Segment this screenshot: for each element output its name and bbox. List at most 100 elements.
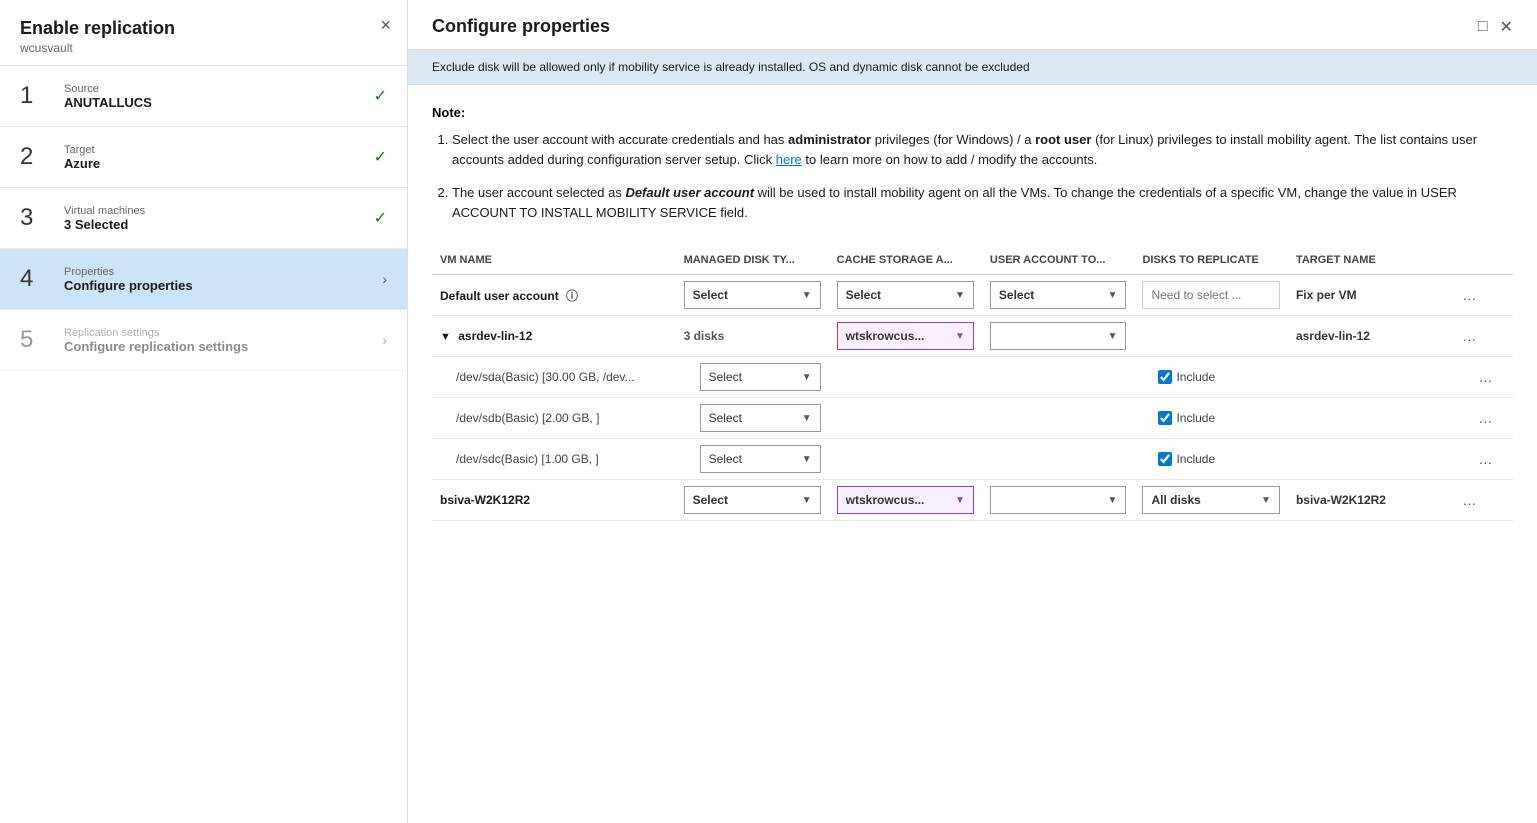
- asrdev-cache-storage-cell[interactable]: wtskrowcus... ▼: [829, 316, 982, 357]
- default-more-cell[interactable]: …: [1450, 275, 1513, 316]
- note-title: Note:: [432, 105, 1513, 120]
- asrdev-more-button[interactable]: …: [1458, 326, 1480, 346]
- disk-sdb-user-cell: [982, 398, 1135, 439]
- default-managed-disk-value: Select: [693, 288, 728, 302]
- step-5-number: 5: [20, 326, 56, 354]
- asrdev-cache-dropdown[interactable]: wtskrowcus... ▼: [837, 322, 974, 350]
- step-3-value: 3 Selected: [64, 217, 374, 232]
- asrdev-target-name: asrdev-lin-12: [1296, 329, 1370, 343]
- step-3-number: 3: [20, 204, 56, 232]
- asrdev-user-dropdown[interactable]: ▼: [990, 322, 1127, 350]
- disk-sdc-cache-cell: [829, 439, 982, 480]
- step-5-label: Replication settings: [64, 327, 374, 339]
- asrdev-disks-count: 3 disks: [684, 329, 725, 343]
- default-cache-storage-dropdown[interactable]: Select ▼: [837, 281, 974, 309]
- note-1-bold1: administrator: [788, 132, 871, 147]
- asrdev-user-arrow: ▼: [1108, 331, 1118, 342]
- disk-sda-more-button[interactable]: …: [1474, 367, 1496, 387]
- disk-sda-include-cell[interactable]: Include: [1134, 357, 1287, 398]
- note-section: Note: Select the user account with accur…: [432, 105, 1513, 222]
- asrdev-disks-replicate-cell: [1134, 316, 1287, 357]
- asrdev-user-account-cell[interactable]: ▼: [982, 316, 1135, 357]
- default-more-button[interactable]: …: [1458, 285, 1480, 305]
- right-header: Configure properties □ ✕: [408, 0, 1537, 50]
- disk-sda-row: /dev/sda(Basic) [30.00 GB, /dev... Selec…: [432, 357, 1513, 398]
- step-4[interactable]: 4 Properties Configure properties ›: [0, 249, 407, 310]
- disk-sdc-include-cell[interactable]: Include: [1134, 439, 1287, 480]
- disk-sdc-more-cell[interactable]: …: [1450, 439, 1513, 480]
- asrdev-vm-name[interactable]: ▼ asrdev-lin-12: [432, 316, 676, 357]
- default-managed-disk-dropdown[interactable]: Select ▼: [684, 281, 821, 309]
- disk-sdb-managed-dropdown[interactable]: Select ▼: [700, 404, 821, 432]
- disk-sda-managed-cell[interactable]: Select ▼: [676, 357, 829, 398]
- disk-sda-user-cell: [982, 357, 1135, 398]
- bsiva-more-cell[interactable]: …: [1450, 480, 1513, 521]
- bsiva-cache-storage-cell[interactable]: wtskrowcus... ▼: [829, 480, 982, 521]
- steps-list: 1 Source ANUTALLUCS ✓ 2 Target Azure ✓ 3…: [0, 66, 407, 823]
- step-4-info: Properties Configure properties: [64, 266, 374, 293]
- default-cache-storage-value: Select: [846, 288, 881, 302]
- default-managed-disk-cell[interactable]: Select ▼: [676, 275, 829, 316]
- left-close-button[interactable]: ×: [380, 16, 391, 34]
- step-2[interactable]: 2 Target Azure ✓: [0, 127, 407, 188]
- disk-sda-managed-dropdown[interactable]: Select ▼: [700, 363, 821, 391]
- bsiva-more-button[interactable]: …: [1458, 490, 1480, 510]
- bsiva-cache-dropdown[interactable]: wtskrowcus... ▼: [837, 486, 974, 514]
- right-close-button[interactable]: ✕: [1500, 17, 1513, 37]
- asrdev-cache-value: wtskrowcus...: [846, 329, 925, 343]
- disk-sdb-managed-cell[interactable]: Select ▼: [676, 398, 829, 439]
- disk-sda-include[interactable]: Include: [1158, 370, 1279, 384]
- default-cache-storage-cell[interactable]: Select ▼: [829, 275, 982, 316]
- info-icon: ⓘ: [566, 289, 578, 303]
- asrdev-more-cell[interactable]: …: [1450, 316, 1513, 357]
- disk-sdb-more-cell[interactable]: …: [1450, 398, 1513, 439]
- bsiva-user-dropdown[interactable]: ▼: [990, 486, 1127, 514]
- default-disks-input[interactable]: [1142, 281, 1279, 309]
- step-5: 5 Replication settings Configure replica…: [0, 310, 407, 371]
- bsiva-managed-dropdown[interactable]: Select ▼: [684, 486, 821, 514]
- bsiva-disks-dropdown[interactable]: All disks ▼: [1142, 486, 1279, 514]
- step-5-value: Configure replication settings: [64, 339, 374, 354]
- disk-sda-cache-cell: [829, 357, 982, 398]
- step-1[interactable]: 1 Source ANUTALLUCS ✓: [0, 66, 407, 127]
- right-header-actions: □ ✕: [1478, 17, 1513, 37]
- default-user-arrow: ▼: [1108, 290, 1118, 301]
- disk-sdc-managed-dropdown[interactable]: Select ▼: [700, 445, 821, 473]
- step-2-info: Target Azure: [64, 144, 374, 171]
- default-user-account-dropdown[interactable]: Select ▼: [990, 281, 1127, 309]
- disk-sdb-more-button[interactable]: …: [1474, 408, 1496, 428]
- default-user-account-cell[interactable]: Select ▼: [982, 275, 1135, 316]
- bsiva-managed-disk-cell[interactable]: Select ▼: [676, 480, 829, 521]
- disk-sda-checkbox[interactable]: [1158, 370, 1172, 384]
- col-header-vm-name: VM NAME: [432, 246, 676, 275]
- maximize-button[interactable]: □: [1478, 17, 1488, 37]
- disk-sdc-include[interactable]: Include: [1158, 452, 1279, 466]
- left-panel-subtitle: wcusvault: [20, 41, 387, 55]
- disk-sdb-checkbox[interactable]: [1158, 411, 1172, 425]
- left-panel-title: Enable replication: [20, 18, 387, 39]
- bsiva-managed-arrow: ▼: [802, 495, 812, 506]
- left-panel: Enable replication wcusvault × 1 Source …: [0, 0, 408, 823]
- disk-sda-include-label: Include: [1176, 370, 1215, 384]
- disk-sdc-managed-cell[interactable]: Select ▼: [676, 439, 829, 480]
- col-header-disks-replicate: DISKS TO REPLICATE: [1134, 246, 1287, 275]
- note-1-bold2: root user: [1035, 132, 1091, 147]
- disk-sdc-user-cell: [982, 439, 1135, 480]
- disk-sdb-include-label: Include: [1176, 411, 1215, 425]
- bsiva-user-account-cell[interactable]: ▼: [982, 480, 1135, 521]
- note-item-2: The user account selected as Default use…: [452, 183, 1513, 222]
- disk-sda-more-cell[interactable]: …: [1450, 357, 1513, 398]
- bsiva-disks-replicate-cell[interactable]: All disks ▼: [1134, 480, 1287, 521]
- disk-sdc-more-button[interactable]: …: [1474, 449, 1496, 469]
- default-disks-cell[interactable]: [1134, 275, 1287, 316]
- disk-sdc-checkbox[interactable]: [1158, 452, 1172, 466]
- disk-sdb-include[interactable]: Include: [1158, 411, 1279, 425]
- note-1-link[interactable]: here: [776, 152, 802, 167]
- disk-sda-name: /dev/sda(Basic) [30.00 GB, /dev...: [432, 357, 676, 398]
- info-banner: Exclude disk will be allowed only if mob…: [408, 50, 1537, 85]
- disk-sdb-include-cell[interactable]: Include: [1134, 398, 1287, 439]
- bsiva-target-name: bsiva-W2K12R2: [1296, 493, 1386, 507]
- disk-sdb-arrow: ▼: [802, 413, 812, 424]
- info-banner-text: Exclude disk will be allowed only if mob…: [432, 60, 1030, 74]
- step-3[interactable]: 3 Virtual machines 3 Selected ✓: [0, 188, 407, 249]
